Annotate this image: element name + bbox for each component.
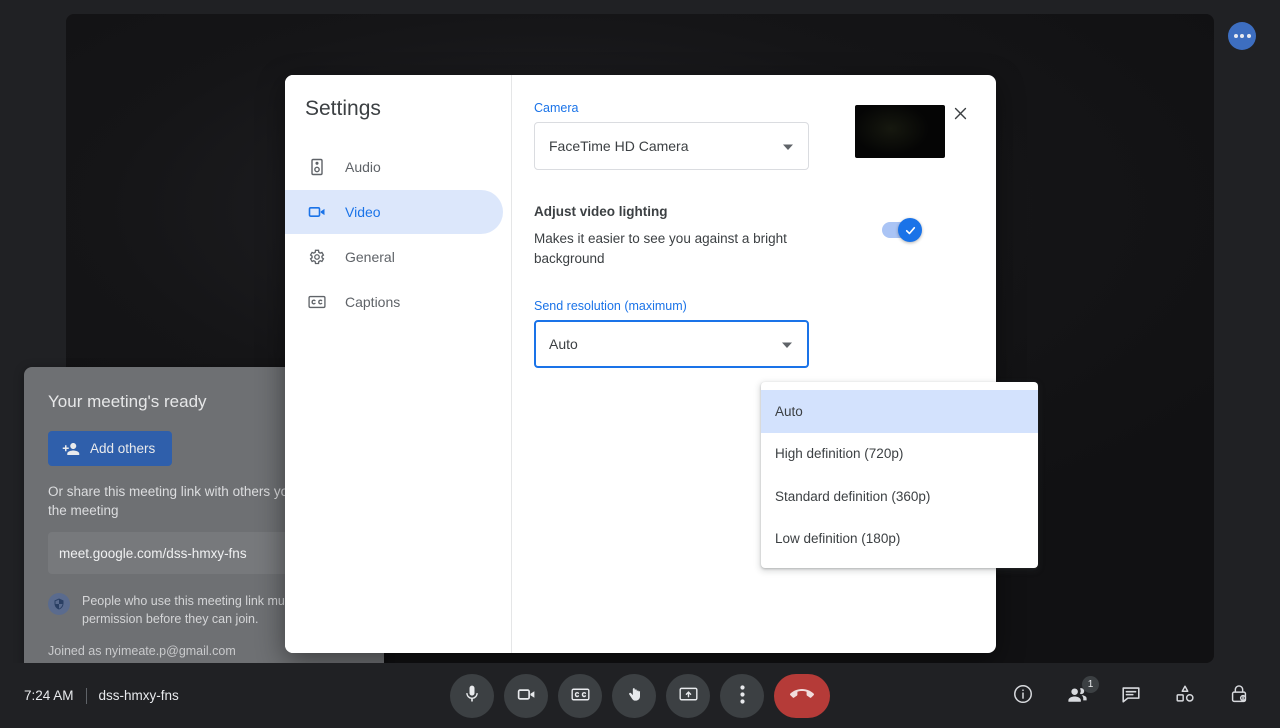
dropdown-option-auto[interactable]: Auto <box>761 390 1038 433</box>
video-lighting-toggle[interactable] <box>882 222 918 238</box>
meeting-meta: 7:24 AM dss-hmxy-fns <box>24 688 179 704</box>
raise-hand-button[interactable] <box>612 674 656 718</box>
send-resolution-dropdown-menu: Auto High definition (720p) Standard def… <box>761 382 1038 568</box>
gear-icon <box>307 247 327 267</box>
sidebar-item-label: Captions <box>345 294 400 310</box>
closed-caption-icon <box>570 684 591 708</box>
camera-label: Camera <box>534 101 834 115</box>
dropdown-option-360p[interactable]: Standard definition (360p) <box>761 475 1038 518</box>
meet-app-window: Your meeting's ready Add others Or share… <box>0 0 1280 728</box>
dropdown-option-720p[interactable]: High definition (720p) <box>761 433 1038 476</box>
send-resolution-select-value: Auto <box>549 336 578 352</box>
microphone-icon <box>462 684 482 707</box>
divider <box>86 688 87 704</box>
video-lighting-description: Makes it easier to see you against a bri… <box>534 229 796 269</box>
camera-preview <box>855 105 945 158</box>
camera-button[interactable] <box>504 674 548 718</box>
chevron-down-icon <box>782 138 794 154</box>
more-vertical-icon <box>740 685 745 707</box>
shield-lock-icon <box>48 593 70 615</box>
right-toolbar-controls: 1 <box>1004 677 1258 715</box>
meeting-link-text: meet.google.com/dss-hmxy-fns <box>59 546 247 561</box>
send-resolution-label: Send resolution (maximum) <box>534 299 834 313</box>
closed-caption-icon <box>307 292 327 312</box>
meeting-code: dss-hmxy-fns <box>99 688 179 703</box>
dropdown-option-label: High definition (720p) <box>775 446 903 461</box>
camera-select[interactable]: FaceTime HD Camera <box>534 122 809 170</box>
sidebar-item-label: Audio <box>345 159 381 175</box>
dropdown-option-180p[interactable]: Low definition (180p) <box>761 518 1038 561</box>
camera-setting-row: Camera FaceTime HD Camera <box>534 101 966 170</box>
video-lighting-setting-row: Adjust video lighting Makes it easier to… <box>534 204 966 269</box>
dropdown-option-label: Auto <box>775 404 803 419</box>
toggle-knob-check-icon <box>898 218 922 242</box>
microphone-button[interactable] <box>450 674 494 718</box>
settings-dialog: Settings Audio V <box>285 75 996 653</box>
settings-sidebar: Settings Audio V <box>285 75 512 653</box>
dropdown-option-label: Standard definition (360p) <box>775 489 930 504</box>
dot-icon <box>1234 34 1238 38</box>
settings-main-panel: Camera FaceTime HD Camera Adjust video l… <box>512 75 996 653</box>
video-camera-icon <box>516 684 537 708</box>
people-count-badge: 1 <box>1082 676 1099 693</box>
present-now-button[interactable] <box>666 674 710 718</box>
add-others-button[interactable]: Add others <box>48 431 172 466</box>
present-screen-icon <box>678 684 699 708</box>
captions-button[interactable] <box>558 674 602 718</box>
sidebar-item-audio[interactable]: Audio <box>285 145 503 189</box>
close-icon[interactable] <box>942 95 978 131</box>
info-icon <box>1012 683 1034 708</box>
chat-button[interactable] <box>1112 677 1150 715</box>
current-time: 7:24 AM <box>24 688 74 703</box>
shapes-activities-icon <box>1174 683 1196 708</box>
phone-hangup-icon <box>790 682 814 709</box>
leave-call-button[interactable] <box>774 674 830 718</box>
sidebar-item-label: Video <box>345 204 381 220</box>
sidebar-item-general[interactable]: General <box>285 235 503 279</box>
sidebar-item-captions[interactable]: Captions <box>285 280 503 324</box>
dropdown-option-label: Low definition (180p) <box>775 531 900 546</box>
meeting-details-button[interactable] <box>1004 677 1042 715</box>
dot-icon <box>1240 34 1244 38</box>
add-others-label: Add others <box>90 441 155 456</box>
stage-more-options-button[interactable] <box>1228 22 1256 50</box>
camera-select-value: FaceTime HD Camera <box>549 138 689 154</box>
sidebar-item-video[interactable]: Video <box>285 190 503 234</box>
host-controls-button[interactable] <box>1220 677 1258 715</box>
sidebar-item-label: General <box>345 249 395 265</box>
settings-title: Settings <box>305 97 511 121</box>
chat-bubble-icon <box>1120 683 1142 708</box>
video-lighting-heading: Adjust video lighting <box>534 204 834 219</box>
raised-hand-icon <box>624 684 644 707</box>
send-resolution-setting-row: Send resolution (maximum) Auto <box>534 299 966 368</box>
dot-icon <box>1247 34 1251 38</box>
speaker-icon <box>307 157 327 177</box>
lock-shield-icon <box>1228 683 1250 708</box>
chevron-down-icon <box>781 336 793 352</box>
send-resolution-select[interactable]: Auto <box>534 320 809 368</box>
bottom-toolbar: 7:24 AM dss-hmxy-fns <box>0 663 1280 728</box>
activities-button[interactable] <box>1166 677 1204 715</box>
show-everyone-button[interactable]: 1 <box>1058 677 1096 715</box>
more-options-button[interactable] <box>720 674 764 718</box>
call-controls <box>450 674 830 718</box>
video-camera-icon <box>307 202 327 222</box>
person-add-icon <box>62 440 80 458</box>
